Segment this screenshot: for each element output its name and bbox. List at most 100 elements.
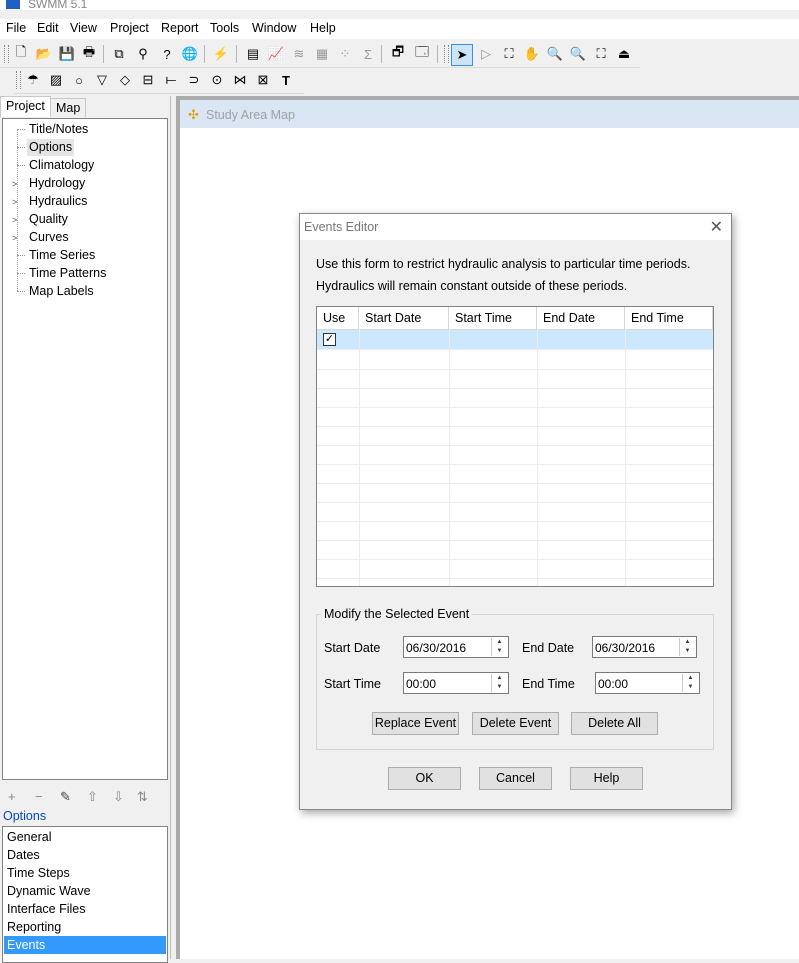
table-row[interactable]	[317, 445, 713, 465]
tree-item-time-series[interactable]: Time Series	[27, 247, 97, 264]
table-row[interactable]	[317, 388, 713, 408]
start-date-input[interactable]: 06/30/2016 ▲ ▼	[403, 636, 509, 658]
toolbar-grip[interactable]	[4, 45, 9, 63]
outlet-icon[interactable]: ⊠	[254, 71, 272, 89]
table-row[interactable]	[317, 407, 713, 427]
table-icon[interactable]: ▦	[313, 45, 331, 63]
divider-icon[interactable]: ◇	[116, 71, 134, 89]
end-date-input[interactable]: 06/30/2016 ▲ ▼	[592, 636, 697, 658]
table-row[interactable]	[317, 426, 713, 446]
find-icon[interactable]: ⚲	[134, 45, 152, 63]
vertex-icon[interactable]: ▷	[477, 45, 495, 63]
option-general[interactable]: General	[4, 828, 166, 846]
table-row[interactable]	[317, 483, 713, 503]
menu-project[interactable]: Project	[110, 21, 149, 35]
close-icon[interactable]: ✕	[710, 217, 723, 237]
help-button[interactable]: Help	[570, 767, 643, 790]
tree-item-hydrology[interactable]: Hydrology	[27, 175, 87, 192]
scatter-icon[interactable]: ⁘	[336, 45, 354, 63]
dialog-title-bar[interactable]: Events Editor ✕	[300, 214, 731, 240]
label-icon[interactable]: T	[277, 71, 295, 89]
spin-down-icon[interactable]: ▼	[683, 683, 698, 692]
table-row[interactable]	[317, 559, 713, 579]
spin-arrows[interactable]: ▲ ▼	[679, 638, 695, 656]
spin-up-icon[interactable]: ▲	[683, 674, 698, 683]
statistics-icon[interactable]: Σ	[359, 45, 377, 63]
orifice-icon[interactable]: ⊙	[208, 71, 226, 89]
rain-gage-icon[interactable]: ☂	[24, 71, 42, 89]
tree-item-curves[interactable]: Curves	[27, 229, 71, 246]
tab-map[interactable]: Map	[50, 98, 87, 117]
pump-icon[interactable]: ⊃	[185, 71, 203, 89]
col-start-time[interactable]: Start Time	[449, 307, 537, 329]
spin-arrows[interactable]: ▲ ▼	[682, 674, 698, 692]
up-icon[interactable]: ⇧	[87, 789, 98, 805]
outfall-icon[interactable]: ▽	[93, 71, 111, 89]
spin-arrows[interactable]: ▲ ▼	[491, 638, 507, 656]
delete-all-button[interactable]: Delete All	[571, 712, 658, 735]
option-reporting[interactable]: Reporting	[4, 918, 166, 936]
tab-project[interactable]: Project	[0, 96, 51, 117]
use-checkbox[interactable]: ✓	[323, 333, 336, 346]
menu-file[interactable]: File	[6, 21, 26, 35]
toolbar-grip[interactable]	[444, 45, 449, 63]
table-row[interactable]	[317, 502, 713, 522]
tree-item-climatology[interactable]: Climatology	[27, 157, 96, 174]
properties-icon[interactable]: 🗗	[389, 44, 407, 63]
menu-help[interactable]: Help	[310, 21, 336, 35]
spin-down-icon[interactable]: ▼	[492, 683, 507, 692]
profile-icon[interactable]: ≋	[290, 45, 308, 63]
report-icon[interactable]: ▤	[244, 45, 262, 63]
end-time-input[interactable]: 00:00 ▲ ▼	[595, 672, 700, 694]
col-end-time[interactable]: End Time	[625, 307, 713, 329]
new-file-icon[interactable]: 🗋	[12, 44, 30, 63]
conduit-icon[interactable]: ⟝	[162, 71, 180, 89]
menu-view[interactable]: View	[70, 21, 97, 35]
spin-up-icon[interactable]: ▲	[492, 674, 507, 683]
ok-button[interactable]: OK	[388, 767, 461, 790]
graph-icon[interactable]: 📈	[267, 45, 285, 63]
weir-icon[interactable]: ⋈	[231, 71, 249, 89]
map-window-header[interactable]: ✣ Study Area Map	[180, 100, 799, 128]
option-dynamic-wave[interactable]: Dynamic Wave	[4, 882, 166, 900]
toolbar-grip[interactable]	[16, 71, 21, 89]
menu-edit[interactable]: Edit	[37, 21, 59, 35]
menu-tools[interactable]: Tools	[210, 21, 239, 35]
table-row[interactable]	[317, 540, 713, 560]
replace-event-button[interactable]: Replace Event	[372, 712, 459, 735]
storage-icon[interactable]: ⊟	[139, 71, 157, 89]
table-row[interactable]	[317, 464, 713, 484]
tree-item-quality[interactable]: Quality	[27, 211, 70, 228]
query-icon[interactable]: ?	[158, 45, 176, 63]
remove-icon[interactable]: −	[35, 789, 43, 804]
globe-icon[interactable]: 🌐	[181, 45, 199, 63]
tree-item-map-labels[interactable]: Map Labels	[27, 283, 96, 300]
tree-item-title-notes[interactable]: Title/Notes	[27, 121, 90, 138]
expand-chevron-icon[interactable]: >	[12, 233, 17, 243]
col-end-date[interactable]: End Date	[537, 307, 625, 329]
print-icon[interactable]: 🖶	[80, 44, 98, 63]
menu-report[interactable]: Report	[161, 21, 199, 35]
table-row[interactable]: ✓	[317, 330, 713, 350]
col-start-date[interactable]: Start Date	[359, 307, 449, 329]
expand-chevron-icon[interactable]: >	[12, 197, 17, 207]
copy-icon[interactable]: ⧉	[110, 45, 128, 63]
region-icon[interactable]: ⛶	[500, 45, 518, 63]
down-icon[interactable]: ⇩	[113, 789, 124, 805]
delete-event-button[interactable]: Delete Event	[472, 712, 559, 735]
zoom-out-icon[interactable]: 🔍	[569, 45, 587, 63]
spin-down-icon[interactable]: ▼	[492, 647, 507, 656]
tree-item-hydraulics[interactable]: Hydraulics	[27, 193, 89, 210]
spin-down-icon[interactable]: ▼	[680, 647, 695, 656]
run-icon[interactable]: ⚡	[212, 45, 230, 63]
option-interface-files[interactable]: Interface Files	[4, 900, 166, 918]
table-row[interactable]	[317, 521, 713, 541]
events-grid[interactable]: Use Start Date Start Time End Date End T…	[316, 306, 714, 587]
expand-chevron-icon[interactable]: >	[12, 179, 17, 189]
tree-item-options[interactable]: Options	[27, 139, 75, 156]
start-time-input[interactable]: 00:00 ▲ ▼	[403, 672, 509, 694]
sort-icon[interactable]: ⇅	[137, 789, 148, 805]
spin-arrows[interactable]: ▲ ▼	[491, 674, 507, 692]
option-time-steps[interactable]: Time Steps	[4, 864, 166, 882]
table-row[interactable]	[317, 350, 713, 370]
